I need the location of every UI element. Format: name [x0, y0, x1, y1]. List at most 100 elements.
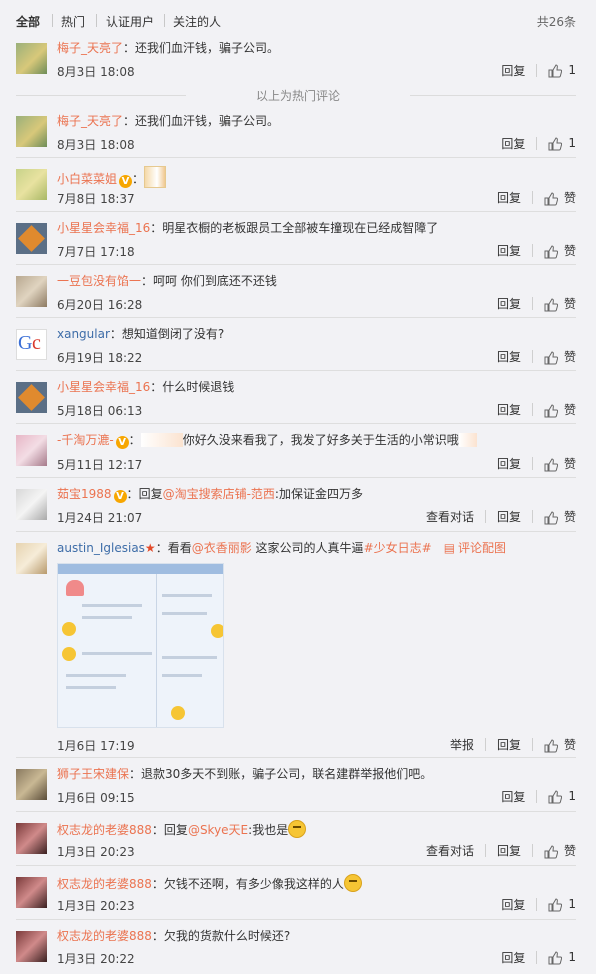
comment-text: :我也是 [248, 823, 289, 837]
user-avatar[interactable] [16, 169, 47, 200]
comment-username[interactable]: 狮子王宋建保 [57, 767, 129, 781]
like-button[interactable]: 1 [548, 897, 576, 912]
colon: ： [123, 41, 136, 55]
tab-following[interactable]: 关注的人 [173, 13, 221, 30]
reply-button[interactable]: 回复 [497, 242, 521, 259]
user-avatar[interactable] [16, 276, 47, 307]
comment-divider [16, 157, 576, 158]
comment-username[interactable]: 茹宝1988 [57, 487, 112, 501]
user-avatar[interactable] [16, 543, 47, 574]
like-button[interactable]: 赞 [544, 242, 576, 259]
comment-username[interactable]: 小星星会幸福_16 [57, 221, 150, 235]
user-avatar[interactable] [16, 116, 47, 147]
like-button[interactable]: 赞 [544, 401, 576, 418]
comment-username[interactable]: 权志龙的老婆888 [57, 823, 152, 837]
comment-username[interactable]: 权志龙的老婆888 [57, 929, 152, 943]
like-button[interactable]: 赞 [544, 842, 576, 859]
like-label: 赞 [563, 457, 576, 471]
comment-item: 狮子王宋建保：退款30多天不到账，骗子公司，联名建群举报他们吧。 1月6日 09… [0, 766, 596, 812]
comment-username[interactable]: 梅子_天亮了 [57, 41, 123, 55]
colon: ： [109, 327, 122, 341]
comment-item: 权志龙的老婆888：欠钱不还啊，有多少像我这样的人 1月3日 20:23 回复 1 [0, 874, 596, 920]
action-divider [536, 64, 538, 77]
reply-button[interactable]: 回复 [501, 949, 525, 966]
mention-link[interactable]: @Skye天E [188, 823, 248, 837]
reply-button[interactable]: 回复 [501, 135, 525, 152]
like-button[interactable]: 赞 [544, 189, 576, 206]
comment-text: 想知道倒闭了没有? [121, 327, 225, 341]
text-line [162, 656, 217, 659]
like-button[interactable]: 赞 [544, 508, 576, 525]
reply-button[interactable]: 回复 [497, 295, 521, 312]
comment-text: 还我们血汗钱，骗子公司。 [135, 41, 280, 55]
user-avatar[interactable] [16, 43, 47, 74]
comment-text: 什么时候退钱 [162, 380, 235, 394]
like-button[interactable]: 1 [548, 950, 576, 965]
comment-username[interactable]: 一豆包没有馅一 [57, 274, 141, 288]
tab-verified-users[interactable]: 认证用户 [106, 13, 154, 30]
crying-emoji-icon [288, 820, 307, 838]
verified-v-icon: V [115, 436, 129, 449]
reply-button[interactable]: 回复 [497, 736, 521, 753]
action-divider [484, 510, 486, 523]
like-button[interactable]: 赞 [544, 295, 576, 312]
image-icon: ▤ [443, 541, 456, 555]
user-avatar[interactable] [16, 382, 47, 413]
comment-date: 8月3日 18:08 [57, 138, 135, 152]
reply-button[interactable]: 回复 [497, 189, 521, 206]
action-divider [536, 898, 538, 911]
comment-image-sticker [144, 166, 167, 188]
like-button[interactable]: 赞 [544, 736, 576, 753]
comment-date: 5月18日 06:13 [57, 404, 143, 418]
reply-button[interactable]: 回复 [501, 788, 525, 805]
user-avatar[interactable] [16, 769, 47, 800]
smiley-icon [62, 647, 76, 661]
reply-button[interactable]: 回复 [501, 896, 525, 913]
reply-button[interactable]: 回复 [497, 401, 521, 418]
comment-image-link[interactable]: 评论配图 [458, 541, 506, 555]
reply-button[interactable]: 回复 [497, 508, 521, 525]
comment-divider [16, 370, 576, 371]
user-avatar[interactable] [16, 223, 47, 254]
colon: ： [150, 221, 163, 235]
comment-username[interactable]: 小星星会幸福_16 [57, 380, 150, 394]
action-divider [531, 350, 533, 363]
action-divider [484, 738, 486, 751]
mention-link[interactable]: @衣香丽影 [192, 541, 252, 555]
reply-button[interactable]: 回复 [497, 455, 521, 472]
like-button[interactable]: 1 [548, 136, 576, 151]
mention-link[interactable]: @淘宝搜索店铺-范西 [163, 487, 275, 501]
report-button[interactable]: 举报 [450, 736, 474, 753]
user-avatar[interactable] [16, 823, 47, 854]
comment-username[interactable]: 权志龙的老婆888 [57, 877, 152, 891]
user-avatar[interactable] [16, 435, 47, 466]
comment-text: 你好久没来看我了，我发了好多关于生活的小常识哦 [182, 433, 459, 447]
tab-all[interactable]: 全部 [16, 13, 40, 30]
like-button[interactable]: 1 [548, 789, 576, 804]
user-avatar[interactable]: Gc [16, 329, 47, 360]
comment-username[interactable]: 梅子_天亮了 [57, 114, 123, 128]
comment-attached-image[interactable] [57, 563, 224, 728]
user-avatar[interactable] [16, 877, 47, 908]
comment-divider [16, 811, 576, 812]
reply-button[interactable]: 回复 [497, 348, 521, 365]
view-conversation-button[interactable]: 查看对话 [426, 842, 474, 859]
user-avatar[interactable] [16, 489, 47, 520]
like-button[interactable]: 1 [548, 63, 576, 78]
comment-item: austin_Iglesias★：看看@衣香丽影 这家公司的人真牛逼#少女日志#… [0, 540, 596, 758]
reply-button[interactable]: 回复 [497, 842, 521, 859]
user-avatar[interactable] [16, 931, 47, 962]
view-conversation-button[interactable]: 查看对话 [426, 508, 474, 525]
reply-button[interactable]: 回复 [501, 62, 525, 79]
comment-username[interactable]: 小白菜菜姐 [57, 172, 117, 186]
thumbs-up-icon [544, 244, 558, 258]
comment-username[interactable]: xangular [57, 327, 110, 341]
hashtag-link[interactable]: #少女日志# [364, 541, 432, 555]
comment-username[interactable]: -千淘万漉- [57, 433, 114, 447]
like-button[interactable]: 赞 [544, 455, 576, 472]
like-button[interactable]: 赞 [544, 348, 576, 365]
smiley-icon [171, 706, 185, 720]
comment-username[interactable]: austin_Iglesias [57, 541, 145, 555]
tab-hot[interactable]: 热门 [61, 13, 85, 30]
comment-date: 1月24日 21:07 [57, 511, 143, 525]
